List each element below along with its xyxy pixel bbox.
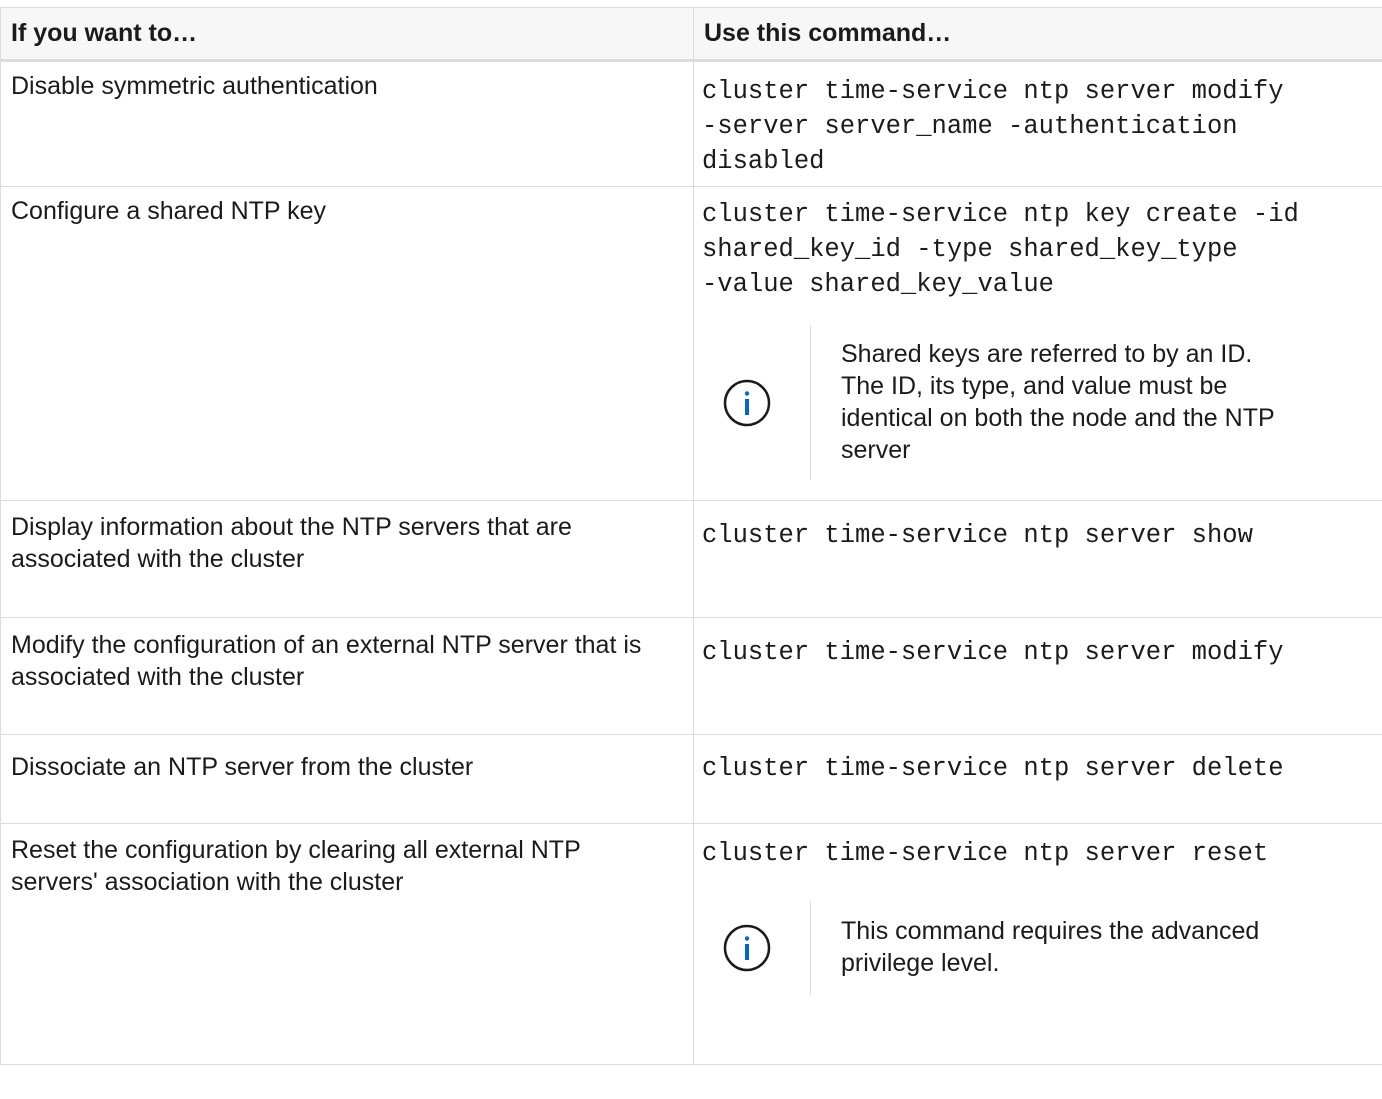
action-description: Disable symmetric authentication (11, 72, 378, 100)
info-circle-icon (723, 379, 771, 427)
command-code: cluster time-service ntp key create -id … (702, 200, 1299, 299)
action-cell: Modify the configuration of an external … (0, 617, 694, 735)
command-code: cluster time-service ntp server modify -… (702, 77, 1284, 176)
command-table: If you want to… Use this command… Disabl… (0, 7, 1382, 1065)
note-text: Shared keys are referred to by an ID. Th… (810, 326, 1281, 480)
action-description: Dissociate an NTP server from the cluste… (11, 753, 474, 781)
column-header-command: Use this command… (693, 7, 1382, 62)
action-cell: Reset the configuration by clearing all … (0, 823, 694, 1065)
command-cell: cluster time-service ntp server show (693, 500, 1382, 618)
action-description: Modify the configuration of an external … (11, 631, 642, 691)
table-row: Configure a shared NTP key cluster time-… (0, 186, 1382, 501)
action-cell: Disable symmetric authentication (0, 60, 694, 187)
note-admonition: Shared keys are referred to by an ID. Th… (722, 326, 1382, 480)
info-circle-icon (723, 924, 771, 972)
action-cell: Dissociate an NTP server from the cluste… (0, 734, 694, 824)
action-description: Reset the configuration by clearing all … (11, 836, 581, 896)
action-description: Display information about the NTP server… (11, 513, 572, 573)
command-cell: cluster time-service ntp server delete (693, 734, 1382, 824)
action-cell: Configure a shared NTP key (0, 186, 694, 501)
note-admonition: This command requires the advanced privi… (722, 901, 1382, 995)
table-row: Disable symmetric authentication cluster… (0, 60, 1382, 187)
command-code: cluster time-service ntp server delete (702, 754, 1284, 783)
action-description: Configure a shared NTP key (11, 197, 326, 225)
table-row: Modify the configuration of an external … (0, 617, 1382, 735)
note-text: This command requires the advanced privi… (810, 901, 1321, 995)
table-row: Dissociate an NTP server from the cluste… (0, 734, 1382, 824)
command-cell: cluster time-service ntp key create -id … (693, 186, 1382, 501)
table-header-row: If you want to… Use this command… (0, 7, 1382, 62)
command-cell: cluster time-service ntp server modify -… (693, 60, 1382, 187)
column-header-action: If you want to… (0, 7, 694, 62)
command-code: cluster time-service ntp server show (702, 521, 1253, 550)
command-cell: cluster time-service ntp server reset Th… (693, 823, 1382, 1065)
command-cell: cluster time-service ntp server modify (693, 617, 1382, 735)
action-cell: Display information about the NTP server… (0, 500, 694, 618)
command-code: cluster time-service ntp server modify (702, 638, 1284, 667)
table-row: Display information about the NTP server… (0, 500, 1382, 618)
command-code: cluster time-service ntp server reset (702, 839, 1269, 868)
table-row: Reset the configuration by clearing all … (0, 823, 1382, 1065)
